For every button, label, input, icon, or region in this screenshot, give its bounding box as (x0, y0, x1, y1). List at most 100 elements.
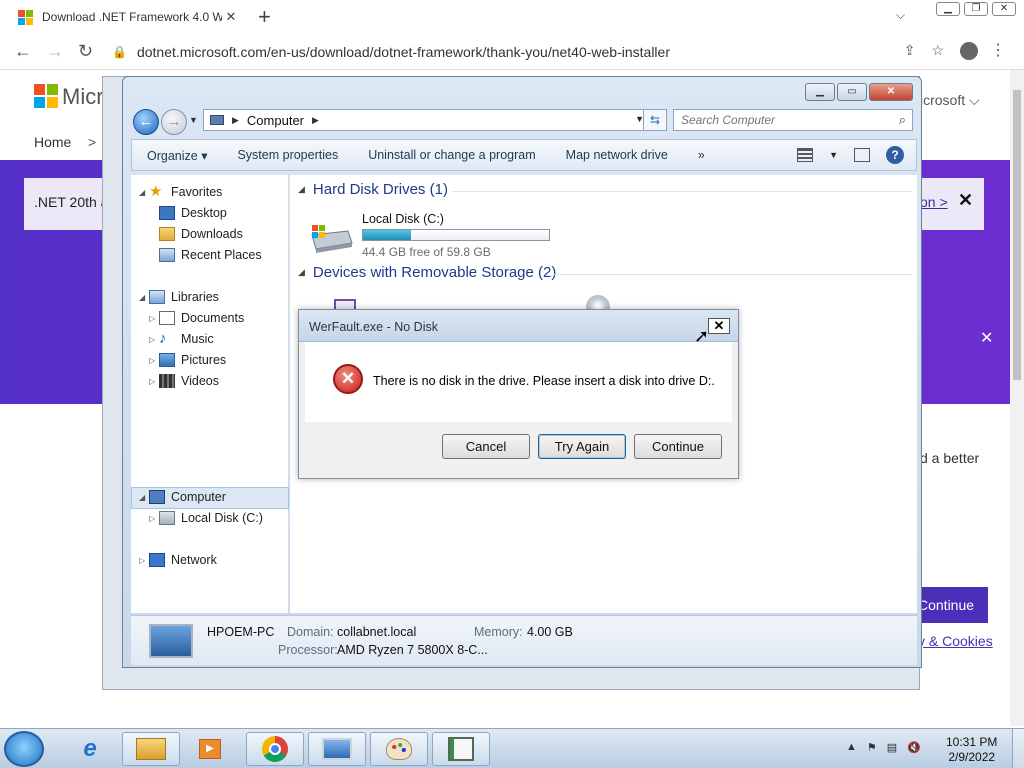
search-input[interactable] (681, 113, 881, 127)
forward-arrow-icon[interactable]: → (46, 41, 64, 62)
expand-arrow-icon[interactable]: ◢ (139, 493, 149, 502)
explorer-minimize-button[interactable]: ▁ (805, 83, 835, 101)
forward-arrow-icon[interactable]: → (161, 109, 187, 135)
expand-arrow-icon[interactable]: ◢ (139, 188, 149, 197)
new-tab-button[interactable]: + (258, 4, 271, 30)
tab-close-icon[interactable]: ✕ (222, 9, 240, 25)
dialog-close-button[interactable]: ✕ (708, 318, 730, 334)
nav-item-videos[interactable]: ▷ Videos (149, 374, 219, 388)
error-message: There is no disk in the drive. Please in… (373, 374, 715, 388)
back-arrow-icon[interactable]: ← (133, 109, 159, 135)
lock-icon[interactable]: 🔒 (112, 45, 127, 59)
scrollbar-thumb[interactable] (1013, 90, 1021, 380)
uninstall-program-button[interactable]: Uninstall or change a program (353, 148, 550, 162)
restore-button[interactable]: ❐ (964, 2, 988, 16)
show-desktop-button[interactable] (1012, 729, 1024, 768)
taskbar-paint-button[interactable] (370, 732, 428, 766)
collapsed-arrow-icon[interactable]: ▷ (149, 314, 159, 323)
taskbar-computer-button[interactable] (308, 732, 366, 766)
system-properties-button[interactable]: System properties (222, 148, 353, 162)
nav-item-favorites[interactable]: ◢ ★ Favorites (139, 184, 222, 199)
breadcrumb-arrow-icon[interactable]: ▶ (312, 115, 319, 126)
explorer-caption-buttons: ▁ ▭ ✕ (805, 83, 913, 101)
nav-item-local-disk[interactable]: ▷ Local Disk (C:) (149, 511, 263, 525)
cancel-button[interactable]: Cancel (442, 434, 530, 459)
internet-explorer-icon[interactable]: e (76, 735, 104, 763)
profile-avatar[interactable] (960, 42, 978, 60)
action-center-flag-icon[interactable]: ⚑ (867, 741, 877, 754)
dialog-title-bar[interactable]: WerFault.exe - No Disk ✕ (299, 310, 738, 342)
collapsed-arrow-icon[interactable]: ▷ (149, 335, 159, 344)
browser-tab[interactable]: Download .NET Framework 4.0 W ✕ (8, 0, 250, 34)
hero-close-icon[interactable]: ✕ (980, 328, 993, 348)
more-commands-button[interactable]: » (683, 148, 720, 162)
privacy-cookies-link[interactable]: y & Cookies (918, 633, 993, 649)
collapsed-arrow-icon[interactable]: ▷ (149, 514, 159, 523)
hard-disk-group-header[interactable]: ◢ Hard Disk Drives (1) (298, 181, 448, 198)
removable-storage-group-header[interactable]: ◢ Devices with Removable Storage (2) (298, 264, 556, 281)
bookmark-star-icon[interactable]: ☆ (931, 42, 944, 59)
nav-item-computer[interactable]: ◢ Computer (139, 490, 226, 504)
nav-item-network[interactable]: ▷ Network (139, 553, 217, 567)
nav-item-downloads[interactable]: Downloads (159, 227, 243, 241)
nav-item-recent-places[interactable]: Recent Places (159, 248, 262, 262)
organize-menu[interactable]: Organize ▾ (132, 148, 222, 163)
try-again-button[interactable]: Try Again (538, 434, 626, 459)
breadcrumb-arrow-icon[interactable]: ▶ (232, 115, 239, 126)
close-window-button[interactable]: ✕ (992, 2, 1016, 16)
breadcrumb-home-link[interactable]: Home (34, 134, 71, 150)
continue-button[interactable]: Continue (634, 434, 722, 459)
nav-item-desktop[interactable]: Desktop (159, 206, 227, 220)
nav-item-pictures[interactable]: ▷ Pictures (149, 353, 226, 367)
change-view-icon[interactable] (797, 148, 814, 162)
taskbar-chrome-button[interactable] (246, 732, 304, 766)
address-location[interactable]: Computer (247, 113, 304, 128)
refresh-icon[interactable]: ⇆ (643, 109, 667, 131)
explorer-maximize-button[interactable]: ▭ (837, 83, 867, 101)
media-player-icon[interactable]: ▶ (196, 735, 224, 763)
minimize-button[interactable]: ▁ (936, 2, 960, 16)
recent-pages-dropdown-icon[interactable]: ▼ (189, 115, 198, 125)
nav-item-documents[interactable]: ▷ Documents (149, 311, 244, 325)
taskbar-explorer-button[interactable] (122, 732, 180, 766)
page-scrollbar[interactable] (1010, 70, 1024, 726)
show-hidden-icons-icon[interactable]: ▲ (846, 741, 857, 754)
chrome-menu-icon[interactable]: ⋮ (990, 40, 1006, 60)
search-icon[interactable]: ⌕ (899, 112, 906, 128)
volume-muted-icon[interactable]: 🔇 (907, 741, 921, 754)
address-bar[interactable]: 🔒 dotnet.microsoft.com/en-us/download/do… (112, 39, 942, 65)
taskbar-app-button[interactable] (432, 732, 490, 766)
share-icon[interactable]: ⇪ (904, 42, 916, 59)
network-status-icon[interactable]: ▤ (887, 741, 897, 754)
preview-pane-icon[interactable] (854, 148, 870, 162)
collapsed-arrow-icon[interactable]: ▷ (149, 356, 159, 365)
explorer-close-button[interactable]: ✕ (869, 83, 913, 101)
announcement-close-icon[interactable]: ✕ (958, 190, 973, 211)
nav-label: Music (181, 332, 214, 346)
help-icon[interactable]: ? (886, 146, 904, 164)
url-text[interactable]: dotnet.microsoft.com/en-us/download/dotn… (137, 44, 670, 60)
local-disk-icon[interactable] (308, 221, 354, 255)
local-disk-name[interactable]: Local Disk (C:) (362, 212, 444, 226)
tab-search-chevron-icon[interactable]: ⌵ (896, 8, 905, 23)
map-network-drive-button[interactable]: Map network drive (551, 148, 683, 162)
page-body-text: d a better (920, 450, 980, 466)
group-collapse-icon[interactable]: ◢ (298, 267, 305, 278)
collapsed-arrow-icon[interactable]: ▷ (149, 377, 159, 386)
taskbar-clock[interactable]: 10:31 PM 2/9/2022 (946, 735, 997, 765)
microsoft-logo-icon[interactable] (34, 84, 58, 108)
microsoft-wordmark[interactable]: Micr (62, 84, 104, 110)
reload-icon[interactable]: ↻ (78, 41, 93, 62)
all-microsoft-menu[interactable]: icrosoft ⌵ (920, 92, 980, 109)
view-dropdown-icon[interactable]: ▼ (829, 150, 838, 160)
back-arrow-icon[interactable]: ← (14, 41, 32, 62)
explorer-address-bar[interactable]: ▶ Computer ▶ ▼ (203, 109, 651, 131)
expand-arrow-icon[interactable]: ◢ (139, 293, 149, 302)
start-button[interactable] (4, 731, 44, 767)
explorer-search-box[interactable]: ⌕ (673, 109, 913, 131)
collapsed-arrow-icon[interactable]: ▷ (139, 556, 149, 565)
nav-item-music[interactable]: ▷ ♪ Music (149, 331, 214, 346)
announcement-link[interactable]: on > (920, 194, 948, 210)
group-collapse-icon[interactable]: ◢ (298, 184, 305, 195)
nav-item-libraries[interactable]: ◢ Libraries (139, 290, 219, 304)
